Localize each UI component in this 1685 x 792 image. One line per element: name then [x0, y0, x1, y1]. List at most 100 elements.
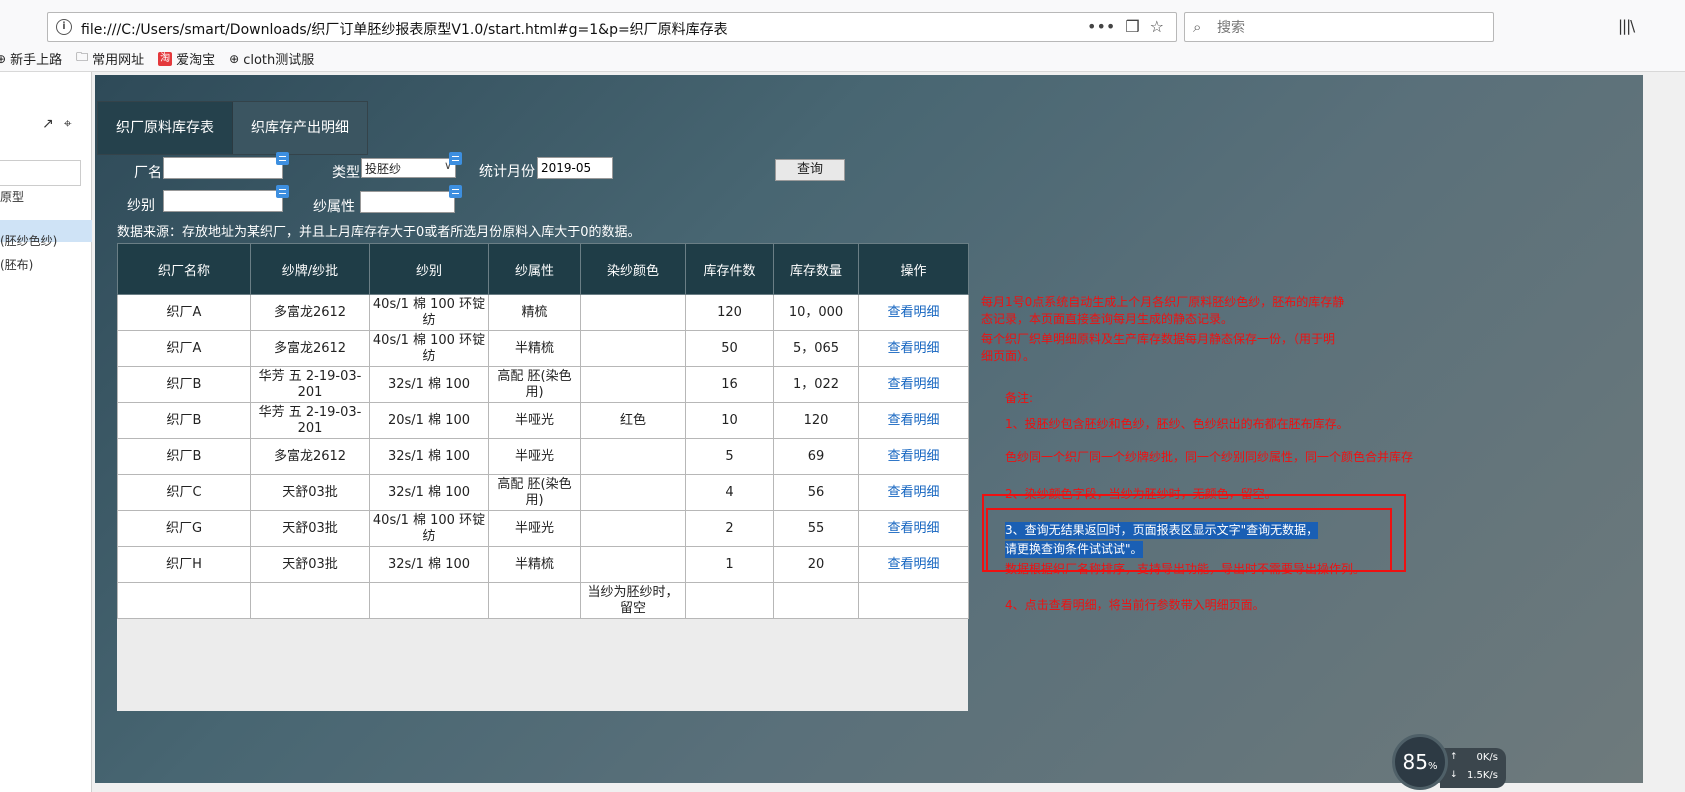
annotation-text: 1、投胚纱包含胚纱和色纱，胚纱、色纱织出的布都在胚布库存。	[1005, 417, 1349, 431]
cell-stock-qty: 10，000	[773, 294, 859, 331]
list-icon[interactable]	[276, 152, 289, 165]
report-table-area: 织厂名称 纱牌/纱批 纱别 纱属性 染纱颜色 库存件数 库存数量 操作 织厂A 多…	[117, 243, 969, 711]
view-detail-link[interactable]: 查看明细	[858, 438, 969, 475]
cell-dye-color	[580, 438, 686, 475]
search-bar[interactable]: ⌕	[1184, 12, 1494, 42]
factory-label: 厂名	[134, 165, 162, 181]
yarn-label: 纱别	[127, 198, 155, 214]
star-icon[interactable]: ☆	[1150, 17, 1164, 36]
cell-yarn-type: 32s/1 棉 100	[369, 438, 489, 475]
table-row: 织厂G 天舒03批 40s/1 棉 100 环锭纺 半哑光 2 55 查看明细	[117, 510, 969, 547]
factory-input[interactable]	[163, 157, 283, 179]
cell-stock-pieces: 5	[685, 438, 774, 475]
cell-yarn-attr: 精梳	[488, 294, 581, 331]
cell-factory: 织厂A	[117, 294, 251, 331]
network-speeds: ↑ 0K/s ↓ 1.5K/s	[1440, 748, 1506, 788]
view-detail-link[interactable]: 查看明细	[858, 366, 969, 403]
folder-icon: 🗀	[76, 50, 89, 64]
highlight-box	[986, 508, 1392, 572]
cell-yarn-attr: 高配 胚(染色用)	[488, 366, 581, 403]
url-text[interactable]: file:///C:/Users/smart/Downloads/织厂订单胚纱报…	[81, 19, 728, 39]
view-detail-link[interactable]: 查看明细	[858, 402, 969, 439]
table-row: 织厂B 华芳 五 2-19-03-201 32s/1 棉 100 高配 胚(染色用) 1…	[117, 366, 969, 403]
search-input[interactable]	[1215, 16, 1489, 40]
pocket-icon[interactable]: ❒	[1125, 17, 1139, 36]
cell-stock-qty: 1，022	[773, 366, 859, 403]
cell-yarn-type: 32s/1 棉 100	[369, 366, 489, 403]
attr-input[interactable]	[360, 191, 455, 213]
sitemap-item-yarn[interactable]: (胚纱色纱)	[0, 232, 57, 249]
address-bar[interactable]: i file:///C:/Users/smart/Downloads/织厂订单胚…	[47, 12, 1177, 42]
sitemap-item-greige[interactable]: (胚布)	[0, 256, 33, 273]
view-detail-link[interactable]: 查看明细	[858, 546, 969, 583]
col-header: 纱属性	[488, 243, 581, 295]
col-header: 库存件数	[685, 243, 774, 295]
cell-dye-color	[580, 330, 686, 367]
empty-cell	[773, 582, 859, 619]
network-monitor-widget[interactable]: ↑ 0K/s ↓ 1.5K/s 85%	[1392, 734, 1512, 792]
yarn-input[interactable]	[163, 190, 283, 212]
locate-icon[interactable]: ⌖	[64, 116, 72, 132]
bookmark-common-sites[interactable]: 🗀 常用网址	[76, 48, 144, 69]
bookmark-getting-started[interactable]: ⊕ 新手上路	[0, 49, 62, 69]
table-row: 织厂B 多富龙2612 32s/1 棉 100 半哑光 5 69 查看明细	[117, 438, 969, 475]
cell-stock-qty: 55	[773, 510, 859, 547]
annotation-text: 备注:	[1005, 391, 1034, 405]
query-button[interactable]: 查询	[775, 159, 845, 181]
cell-yarn-attr: 半哑光	[488, 510, 581, 547]
bookmark-cloth-test[interactable]: ⊕ cloth测试服	[229, 49, 314, 69]
bookmarks-bar: ⊕ 新手上路 🗀 常用网址 淘 爱淘宝 ⊕ cloth测试服	[0, 46, 1685, 72]
view-detail-link[interactable]: 查看明细	[858, 510, 969, 547]
browser-toolbar: i file:///C:/Users/smart/Downloads/织厂订单胚…	[0, 0, 1685, 46]
type-select[interactable]: 投胚纱 ∨	[361, 158, 456, 178]
month-input[interactable]	[537, 157, 613, 179]
cell-factory: 织厂B	[117, 438, 251, 475]
cell-stock-pieces: 50	[685, 330, 774, 367]
cell-stock-qty: 56	[773, 474, 859, 511]
cell-dye-color	[580, 294, 686, 331]
prototype-stage: 织厂原料库存表 织库存产出明细 厂名 类型 投胚纱 ∨ 统计月份 查询 纱别 纱…	[95, 75, 1643, 783]
list-icon[interactable]	[449, 185, 462, 198]
more-icon[interactable]: •••	[1087, 17, 1115, 36]
cell-dye-color	[580, 474, 686, 511]
tab-material-inventory[interactable]: 织厂原料库存表	[98, 102, 232, 154]
cell-yarn-attr: 高配 胚(染色用)	[488, 474, 581, 511]
col-header: 库存数量	[773, 243, 859, 295]
tab-inventory-detail[interactable]: 织库存产出明细	[232, 102, 367, 154]
view-detail-link[interactable]: 查看明细	[858, 294, 969, 331]
export-icon[interactable]: ↗	[42, 116, 54, 132]
list-icon[interactable]	[276, 185, 289, 198]
annotation-text: 4、点击查看明细，将当前行参数带入明细页面。	[1005, 598, 1265, 612]
sitemap-filter-input[interactable]	[0, 160, 81, 186]
cell-dye-color: 红色	[580, 402, 686, 439]
globe-icon: ⊕	[229, 51, 240, 66]
col-header: 纱别	[369, 243, 489, 295]
cell-yarn-type: 40s/1 棉 100 环锭纺	[369, 330, 489, 367]
cell-stock-pieces: 1	[685, 546, 774, 583]
cell-factory: 织厂B	[117, 402, 251, 439]
empty-cell	[858, 582, 969, 619]
download-arrow-icon: ↓	[1450, 770, 1458, 780]
cell-yarn-brand: 天舒03批	[250, 546, 370, 583]
bookmark-aitaobao[interactable]: 淘 爱淘宝	[158, 49, 215, 68]
cell-yarn-attr: 半精梳	[488, 330, 581, 367]
month-label: 统计月份	[479, 164, 535, 180]
cell-stock-qty: 69	[773, 438, 859, 475]
info-icon[interactable]: i	[56, 19, 72, 35]
cell-yarn-type: 32s/1 棉 100	[369, 474, 489, 511]
inventory-table: 织厂名称 纱牌/纱批 纱别 纱属性 染纱颜色 库存件数 库存数量 操作 织厂A 多…	[117, 243, 969, 619]
list-icon[interactable]	[449, 152, 462, 165]
empty-color-note: 当纱为胚纱时，留空	[580, 582, 686, 619]
cell-factory: 织厂B	[117, 366, 251, 403]
library-icon[interactable]: |||\	[1618, 17, 1635, 35]
cell-stock-qty: 5，065	[773, 330, 859, 367]
view-detail-link[interactable]: 查看明细	[858, 474, 969, 511]
empty-cell	[369, 582, 489, 619]
view-detail-link[interactable]: 查看明细	[858, 330, 969, 367]
sitemap-item-prototype[interactable]: 原型	[0, 188, 24, 205]
annotation-text: 细页面）。	[981, 349, 1036, 363]
cell-yarn-type: 40s/1 棉 100 环锭纺	[369, 294, 489, 331]
table-row: 织厂A 多富龙2612 40s/1 棉 100 环锭纺 半精梳 50 5，065 查看明细	[117, 330, 969, 367]
taobao-icon: 淘	[158, 51, 173, 66]
cell-stock-pieces: 4	[685, 474, 774, 511]
